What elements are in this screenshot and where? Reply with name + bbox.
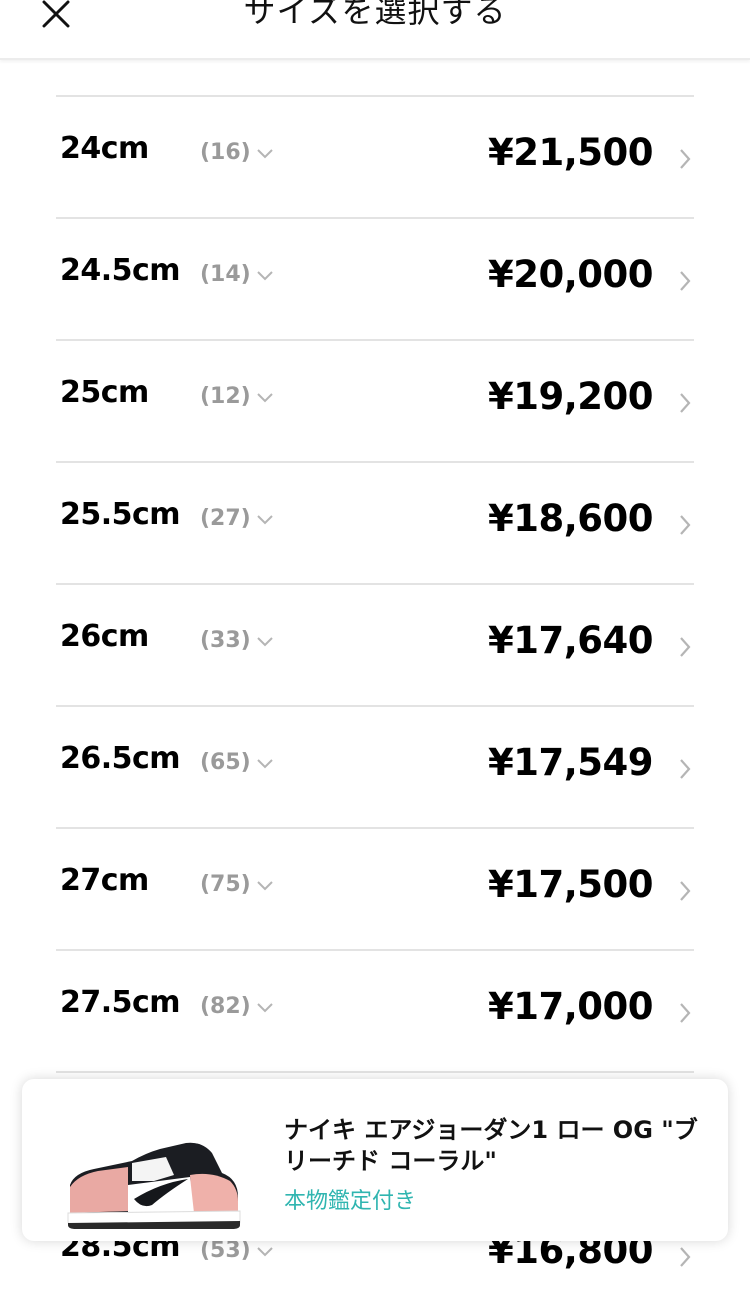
price: ¥17,549: [487, 741, 654, 784]
expand-toggle[interactable]: [256, 633, 274, 652]
chevron-right-icon: [680, 881, 691, 901]
expand-toggle[interactable]: [256, 1243, 274, 1262]
price: ¥20,000: [487, 253, 654, 296]
listing-count: (75): [200, 872, 251, 897]
listing-count: (14): [200, 262, 251, 287]
chevron-down-icon: [257, 515, 273, 525]
sneaker-image: [67, 1142, 241, 1229]
row-chevron: [678, 757, 692, 785]
size-label: 26cm: [60, 619, 149, 654]
product-card[interactable]: ナイキ エアジョーダン1 ロー OG "ブリーチド コーラル" 本物鑑定付き: [22, 1079, 728, 1241]
listing-count: (53): [200, 1238, 251, 1263]
listing-count: (65): [200, 750, 251, 775]
chevron-right-icon: [680, 759, 691, 779]
size-row[interactable]: 26.5cm (65) ¥17,549: [56, 705, 694, 827]
chevron-right-icon: [680, 515, 691, 535]
size-row[interactable]: 27cm (75) ¥17,500: [56, 827, 694, 949]
chevron-right-icon: [680, 1247, 691, 1267]
row-chevron: [678, 879, 692, 907]
chevron-down-icon: [257, 1247, 273, 1257]
chevron-down-icon: [257, 637, 273, 647]
row-chevron: [678, 269, 692, 297]
authenticity-badge: 本物鑑定付き: [284, 1189, 417, 1214]
chevron-right-icon: [680, 271, 691, 291]
size-row[interactable]: 24.5cm (14) ¥20,000: [56, 217, 694, 339]
expand-toggle[interactable]: [256, 877, 274, 896]
size-row[interactable]: 27.5cm (82) ¥17,000: [56, 949, 694, 1071]
price: ¥17,500: [487, 863, 654, 906]
size-row[interactable]: 25.5cm (27) ¥18,600: [56, 461, 694, 583]
size-label: 26.5cm: [60, 741, 181, 776]
size-label: 25cm: [60, 375, 149, 410]
expand-toggle[interactable]: [256, 755, 274, 774]
row-chevron: [678, 635, 692, 663]
listing-count: (12): [200, 384, 251, 409]
price: ¥17,640: [487, 619, 654, 662]
listing-count: (27): [200, 506, 251, 531]
row-chevron: [678, 1001, 692, 1029]
header-bar: サイズを選択する: [0, 0, 750, 60]
price: ¥21,500: [487, 131, 654, 174]
chevron-down-icon: [257, 1003, 273, 1013]
chevron-down-icon: [257, 149, 273, 159]
row-chevron: [678, 147, 692, 175]
price: ¥17,000: [487, 985, 654, 1028]
product-name: ナイキ エアジョーダン1 ロー OG "ブリーチド コーラル": [284, 1116, 698, 1175]
page-title: サイズを選択する: [243, 0, 507, 30]
chevron-right-icon: [680, 393, 691, 413]
chevron-right-icon: [680, 1003, 691, 1023]
chevron-down-icon: [257, 759, 273, 769]
row-chevron: [678, 391, 692, 419]
chevron-down-icon: [257, 271, 273, 281]
chevron-down-icon: [257, 393, 273, 403]
size-label: 25.5cm: [60, 497, 181, 532]
size-row[interactable]: 24cm (16) ¥21,500: [56, 95, 694, 217]
expand-toggle[interactable]: [256, 999, 274, 1018]
expand-toggle[interactable]: [256, 389, 274, 408]
listing-count: (16): [200, 140, 251, 165]
chevron-right-icon: [680, 637, 691, 657]
price: ¥19,200: [487, 375, 654, 418]
size-label: 24.5cm: [60, 253, 181, 288]
expand-toggle[interactable]: [256, 267, 274, 286]
row-chevron: [678, 1245, 692, 1273]
listing-count: (33): [200, 628, 251, 653]
row-chevron: [678, 513, 692, 541]
expand-toggle[interactable]: [256, 145, 274, 164]
size-row[interactable]: 25cm (12) ¥19,200: [56, 339, 694, 461]
listing-count: (82): [200, 994, 251, 1019]
chevron-right-icon: [680, 149, 691, 169]
size-label: 27cm: [60, 863, 149, 898]
size-label: 27.5cm: [60, 985, 181, 1020]
size-label: 24cm: [60, 131, 149, 166]
price: ¥18,600: [487, 497, 654, 540]
expand-toggle[interactable]: [256, 511, 274, 530]
size-row[interactable]: 26cm (33) ¥17,640: [56, 583, 694, 705]
chevron-down-icon: [257, 881, 273, 891]
